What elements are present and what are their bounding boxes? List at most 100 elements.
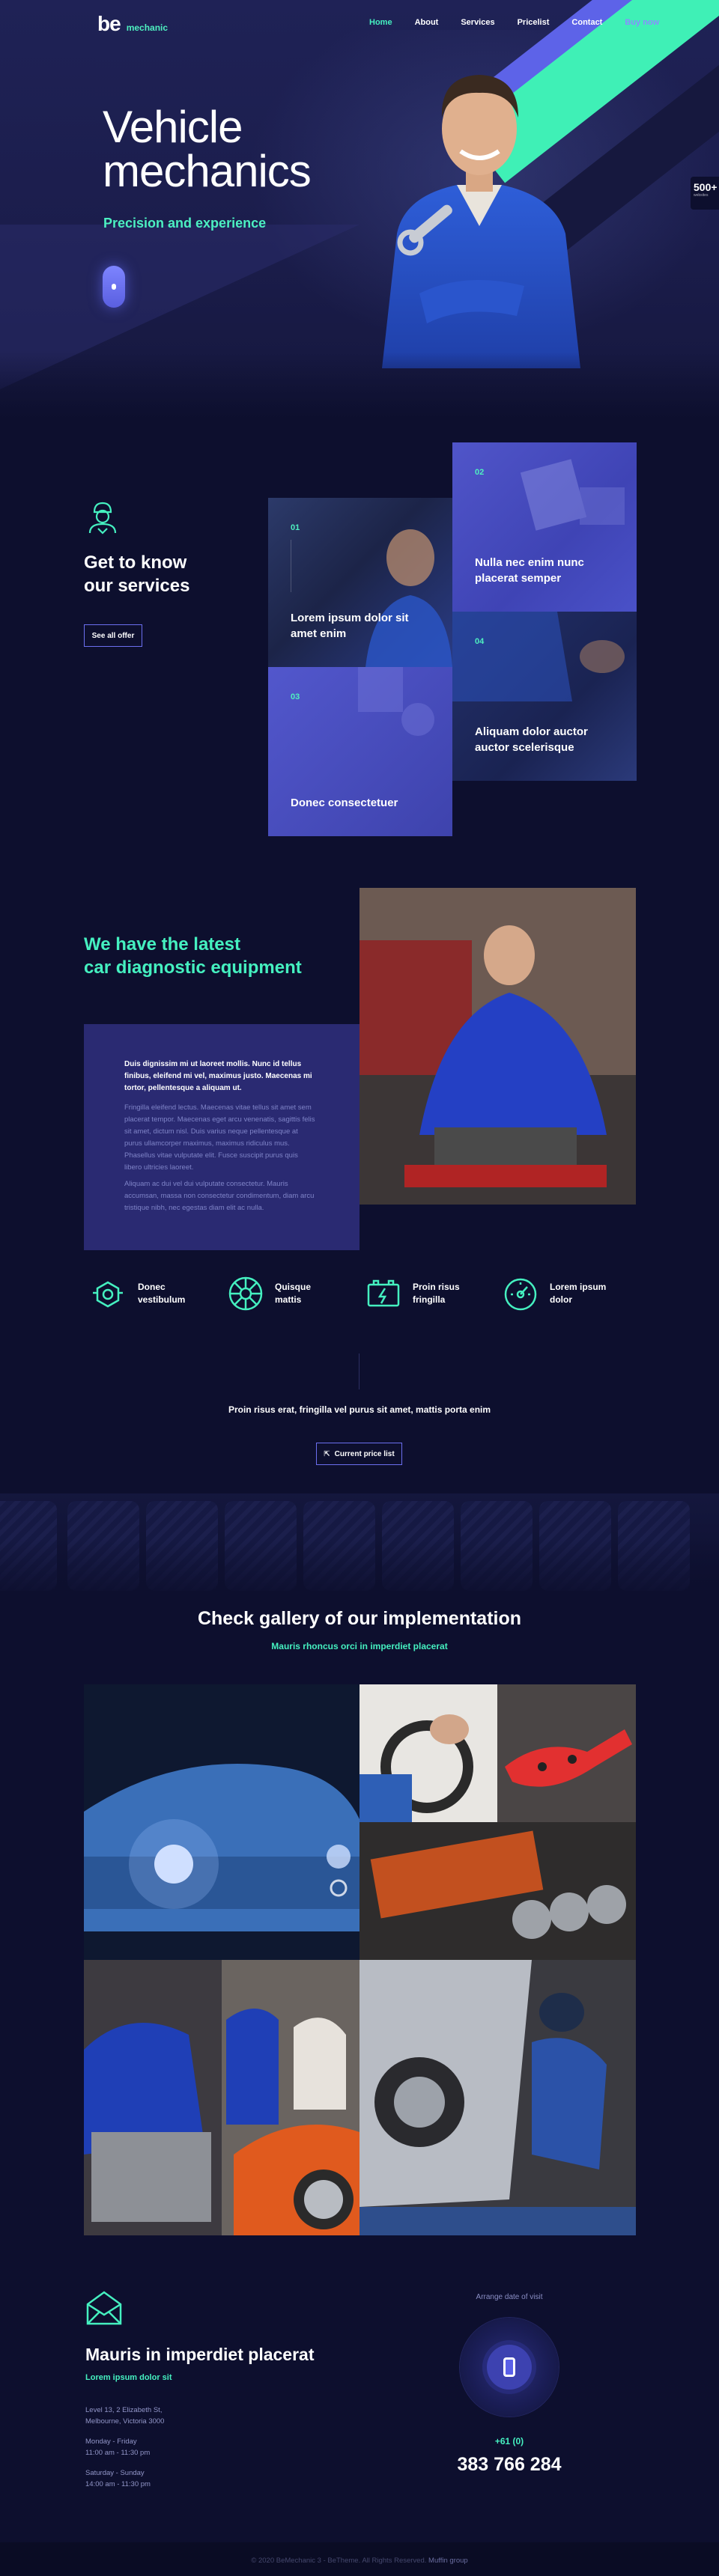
- scroll-down-button[interactable]: [103, 266, 125, 308]
- tile-title: Lorem ipsum dolor sit amet enim: [291, 612, 409, 640]
- logo-subtitle: mechanic: [126, 22, 169, 33]
- price-list-button[interactable]: ⇱ Current price list: [316, 1443, 402, 1465]
- section-divider: [359, 1354, 360, 1389]
- websites-badge[interactable]: 500+ websites: [691, 177, 719, 210]
- gallery-engine-photo: [360, 1822, 636, 1960]
- gallery-image-wheel-service[interactable]: [360, 1960, 636, 2235]
- phone-icon: [503, 2357, 515, 2377]
- service-tile-3-photo: [358, 667, 434, 736]
- battery-icon: [367, 1279, 400, 1307]
- diagnostic-photo-image: [360, 888, 636, 1205]
- hours-time: 11:00 am - 11:30 pm: [85, 2449, 151, 2457]
- tile-number: 02: [475, 468, 485, 477]
- gallery-image-car[interactable]: [84, 1684, 360, 1960]
- hero-fade: [0, 352, 719, 419]
- see-all-offer-button[interactable]: See all offer: [84, 624, 142, 647]
- tile-number: 03: [291, 692, 300, 701]
- gallery-image-engine[interactable]: [360, 1822, 636, 1960]
- nav-about[interactable]: About: [415, 18, 439, 27]
- hours-days: Saturday - Sunday: [85, 2469, 145, 2477]
- tires-banner: [0, 1493, 719, 1598]
- gallery-tools-photo: [497, 1684, 636, 1822]
- tile-number: 04: [475, 637, 485, 646]
- logo-wordmark: be: [97, 12, 121, 35]
- tile-title: Donec consectetuer: [291, 797, 398, 809]
- mechanic-icon: [88, 502, 117, 535]
- service-tile-3[interactable]: 03 Donec consectetuer: [268, 667, 452, 836]
- contact-address: Level 13, 2 Elizabeth St, Melbourne, Vic…: [85, 2405, 235, 2427]
- feature-4: Lorem ipsum dolor: [502, 1275, 610, 1312]
- badge-number: 500+: [694, 181, 718, 193]
- tires-fade: [0, 1538, 719, 1598]
- nav-contact[interactable]: Contact: [571, 18, 602, 27]
- feature-1: Donec vestibulum: [90, 1275, 198, 1312]
- contact-title: Mauris in imperdiet placerat: [85, 2345, 315, 2364]
- feature-label: Quisque mattis: [275, 1282, 312, 1305]
- diagnostic-lead: Duis dignissim mi ut laoreet mollis. Nun…: [124, 1060, 312, 1092]
- engine-icon: [93, 1281, 123, 1308]
- feature-3: Proin risus fringilla: [365, 1275, 473, 1312]
- service-tile-4[interactable]: 04 Aliquam dolor auctor auctor scelerisq…: [452, 612, 637, 781]
- tile-title: Nulla nec enim nunc placerat semper: [475, 556, 584, 585]
- feature-label: Lorem ipsum dolor: [550, 1282, 607, 1305]
- tile-title: Aliquam dolor auctor auctor scelerisque: [475, 725, 588, 754]
- services-title-line2: our services: [84, 576, 190, 596]
- gallery-title: Check gallery of our implementation: [197, 1608, 522, 1629]
- gallery-steering-photo: [360, 1684, 497, 1822]
- diagnostic-text-box: Duis dignissim mi ut laoreet mollis. Nun…: [84, 1024, 360, 1250]
- hours-time: 14:00 am - 11:30 pm: [85, 2480, 151, 2488]
- price-list-icon: ⇱: [324, 1449, 330, 1458]
- main-nav: Home About Services Pricelist Contact Bu…: [369, 18, 682, 27]
- footer: © 2020 BeMechanic 3 - BeTheme. All Right…: [0, 2542, 719, 2576]
- hero-title: Vehicle mechanics: [103, 102, 417, 196]
- nav-home[interactable]: Home: [369, 18, 392, 27]
- gallery-car-photo: [84, 1684, 360, 1960]
- price-list-label: Current price list: [334, 1449, 395, 1458]
- nav-services[interactable]: Services: [461, 18, 494, 27]
- service-tile-4-photo: [452, 612, 625, 701]
- feature-label: Proin risus fringilla: [413, 1282, 460, 1305]
- hero-title-line1: Vehicle: [103, 102, 243, 152]
- services-title-line1: Get to know: [84, 552, 187, 573]
- footer-copyright: © 2020 BeMechanic 3 - BeTheme. All Right…: [251, 2557, 427, 2565]
- gallery-image-team[interactable]: [84, 1960, 360, 2235]
- gauge-icon: [504, 1278, 537, 1311]
- diagnostic-photo: [360, 888, 636, 1205]
- feature-label: Donec vestibulum: [138, 1282, 186, 1305]
- feature-2: Quisque mattis: [227, 1275, 335, 1312]
- nav-pricelist[interactable]: Pricelist: [518, 18, 550, 27]
- phone-number[interactable]: 383 766 284: [419, 2454, 599, 2476]
- site-logo[interactable]: be mechanic: [97, 12, 168, 36]
- diagnostic-title: We have the latest car diagnostic equipm…: [84, 933, 368, 979]
- hours-days: Monday - Friday: [85, 2438, 137, 2446]
- service-tile-2-photo: [520, 459, 625, 531]
- gallery-image-tools[interactable]: [497, 1684, 636, 1822]
- gallery-image-steering[interactable]: [360, 1684, 497, 1822]
- hero-section: be mechanic Home About Services Pricelis…: [0, 0, 719, 419]
- mechanic-photo: [382, 75, 580, 368]
- call-button[interactable]: [487, 2345, 532, 2390]
- service-tile-2[interactable]: 02 Nulla nec enim nunc placerat semper: [452, 442, 637, 612]
- address-line2: Melbourne, Victoria 3000: [85, 2417, 165, 2426]
- hero-title-line2: mechanics: [103, 146, 312, 196]
- service-tile-1[interactable]: 01 Lorem ipsum dolor sit amet enim: [268, 498, 452, 667]
- visit-label: Arrange date of visit: [476, 2293, 543, 2301]
- diagnostic-paragraph-2: Aliquam ac dui vel dui vulputate consect…: [124, 1180, 315, 1212]
- gallery-team-photo: [84, 1960, 360, 2235]
- badge-text: websites: [694, 193, 709, 198]
- footer-brand-link[interactable]: Muffin group: [428, 2557, 468, 2565]
- scroll-dot-icon: [112, 284, 116, 290]
- diagnostic-title-line2: car diagnostic equipment: [84, 957, 302, 978]
- nav-buy-now[interactable]: Buy now: [625, 18, 659, 27]
- diagnostic-title-line1: We have the latest: [84, 934, 240, 954]
- opening-hours-weekend: Saturday - Sunday 14:00 am - 11:30 pm: [85, 2467, 235, 2490]
- gallery-subtitle: Mauris rhoncus orci in imperdiet placera…: [271, 1641, 448, 1651]
- wheel-icon: [228, 1276, 263, 1311]
- address-line1: Level 13, 2 Elizabeth St,: [85, 2406, 163, 2414]
- gallery-wheel-service-photo: [360, 1960, 636, 2235]
- services-title: Get to know our services: [84, 551, 256, 597]
- diagnostic-paragraph-1: Fringilla eleifend lectus. Maecenas vita…: [124, 1103, 315, 1172]
- mail-icon: [86, 2291, 122, 2325]
- phone-code: +61 (0): [494, 2436, 524, 2446]
- contact-subtitle: Lorem ipsum dolor sit: [85, 2373, 172, 2382]
